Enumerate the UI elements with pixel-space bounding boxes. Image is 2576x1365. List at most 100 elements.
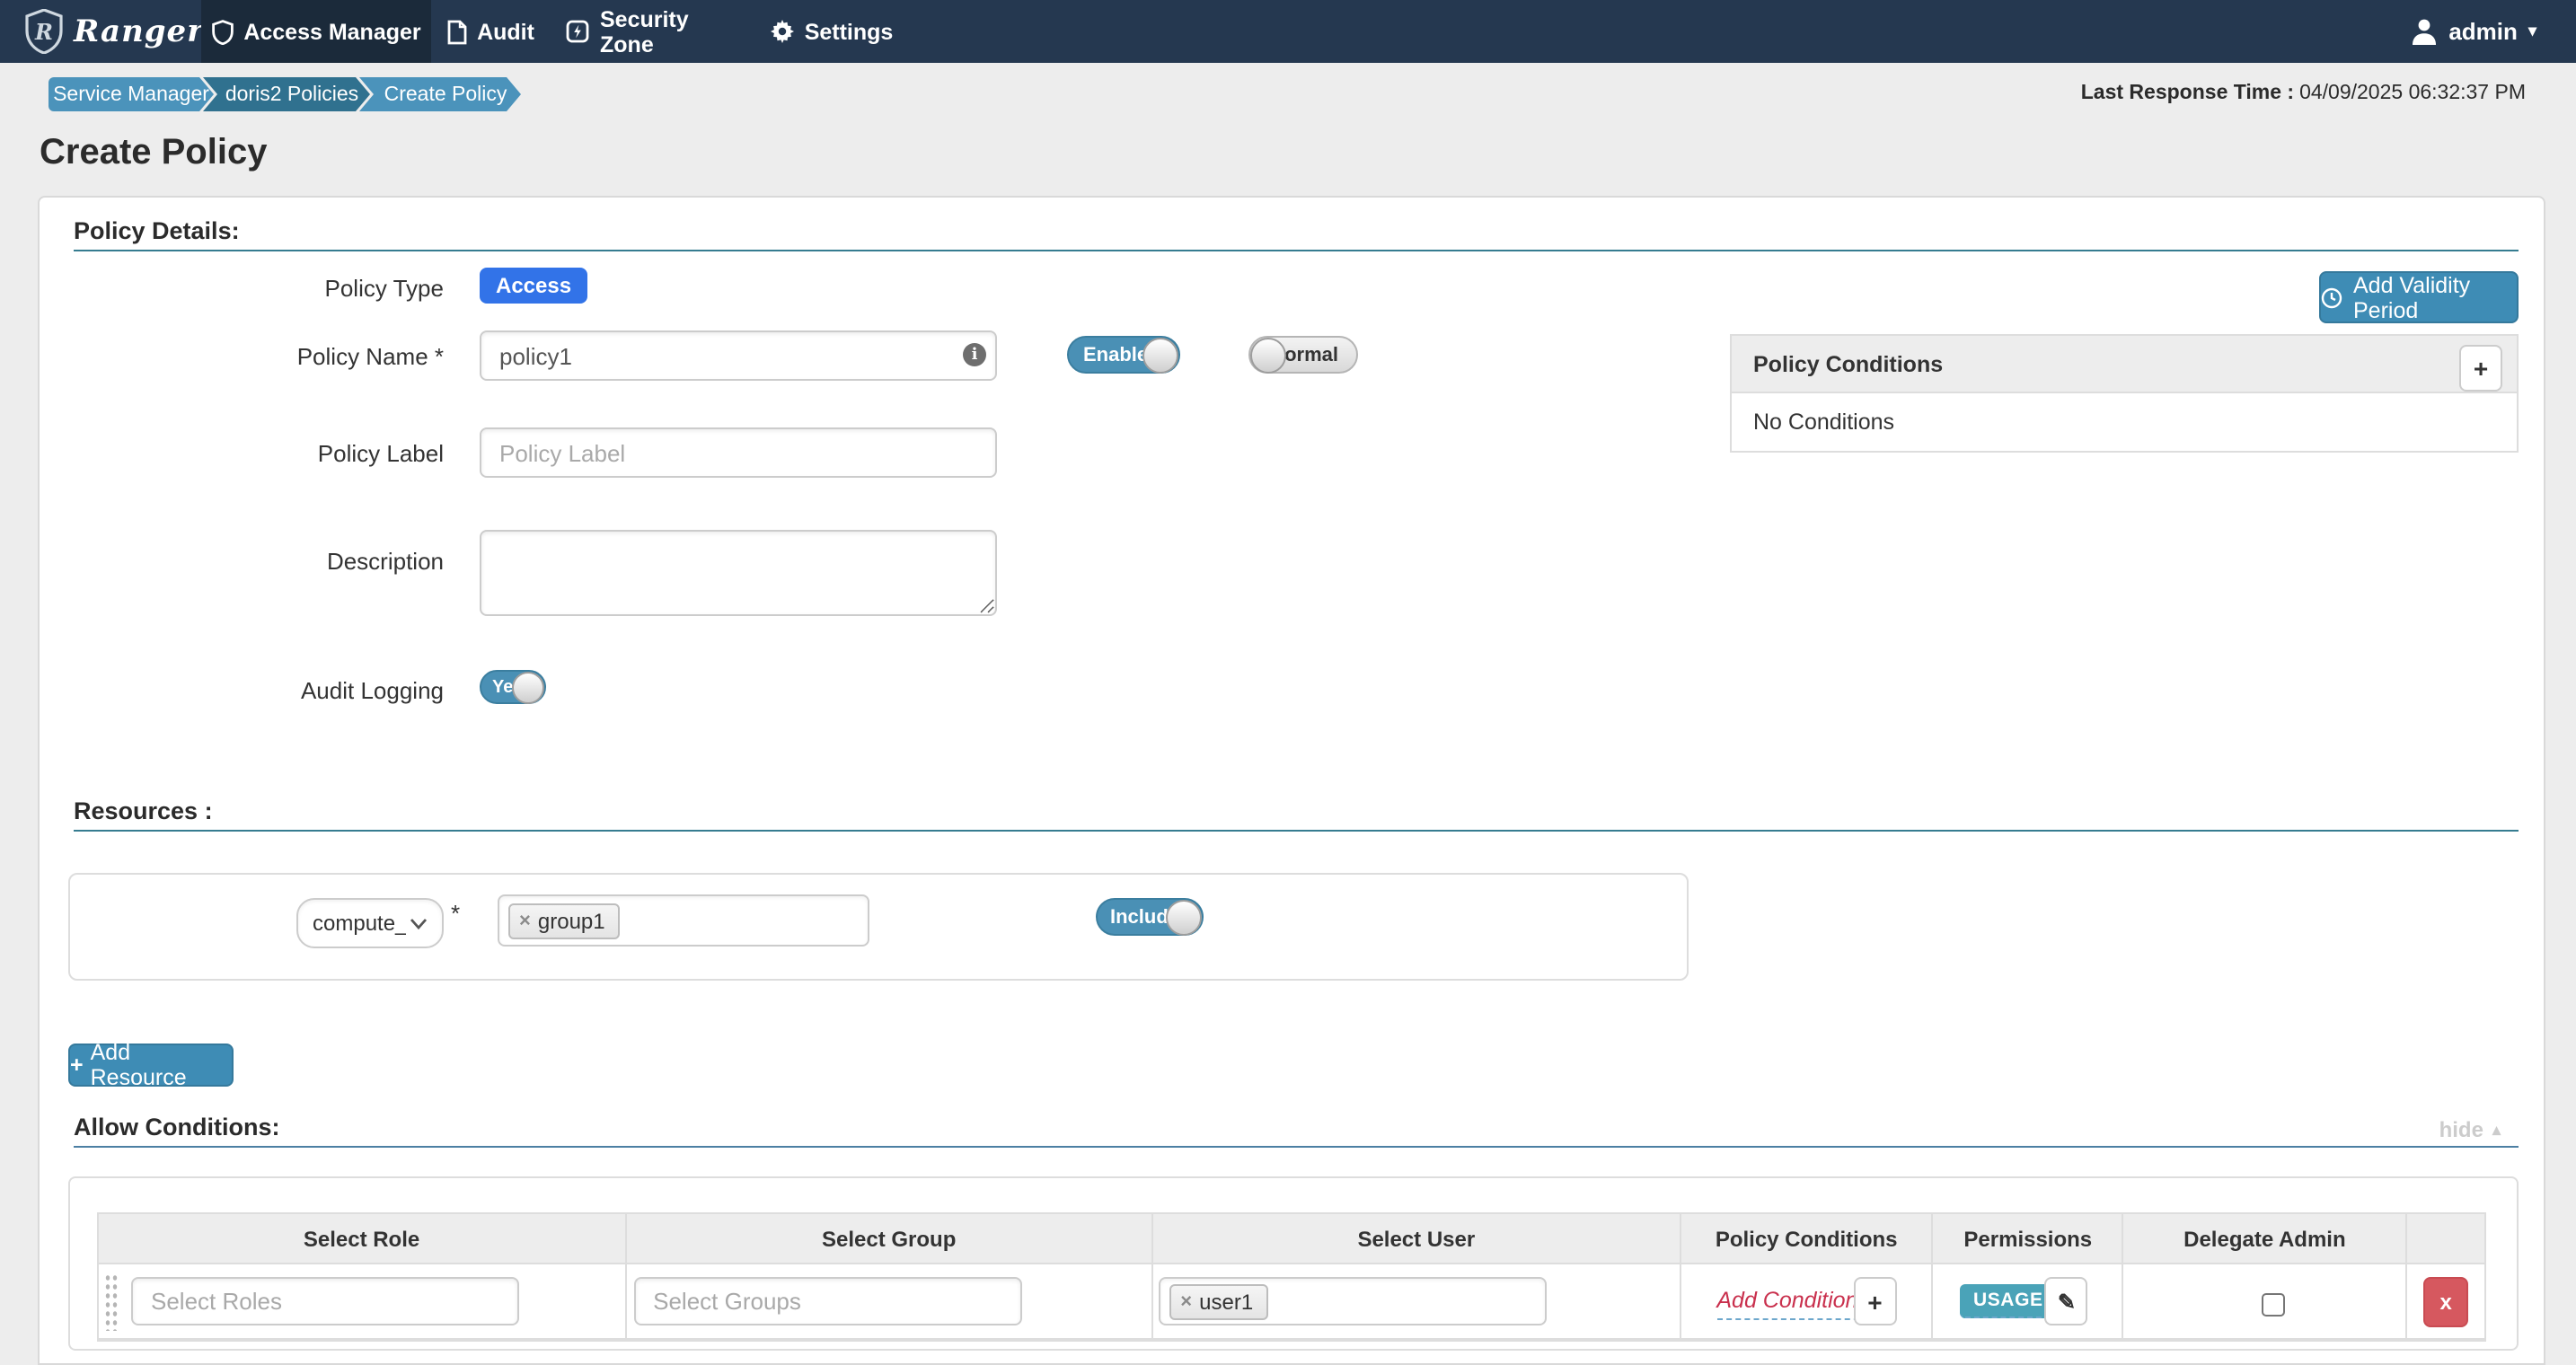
last-response-time: Last Response Time :04/09/2025 06:32:37 … — [2081, 83, 2526, 104]
policy-conditions-empty: No Conditions — [1732, 393, 2517, 451]
top-navbar: R Ranger Access Manager Audit Security Z… — [0, 0, 2576, 63]
bolt-icon — [566, 20, 589, 43]
nav-access-manager[interactable]: Access Manager — [201, 0, 431, 63]
drag-handle[interactable] — [104, 1273, 119, 1331]
policy-name-input[interactable] — [480, 330, 997, 381]
allow-conditions-heading: Allow Conditions: — [74, 1114, 279, 1140]
resource-value-input[interactable]: × group1 — [498, 894, 869, 947]
resource-chip: × group1 — [508, 903, 620, 938]
user-chip: × user1 — [1169, 1283, 1267, 1319]
user-chip-label: user1 — [1199, 1289, 1253, 1314]
breadcrumb-create-policy[interactable]: Create Policy — [359, 77, 521, 111]
select-user-input[interactable]: × user1 — [1159, 1277, 1547, 1325]
caret-down-icon: ▾ — [2528, 22, 2536, 41]
resource-chip-label: group1 — [538, 908, 605, 933]
nav-label: Settings — [805, 19, 894, 44]
col-permissions: Permissions — [1934, 1214, 2124, 1263]
pencil-icon: ✎ — [2058, 1289, 2076, 1314]
cell-select-user: × user1 — [1153, 1264, 1681, 1338]
breadcrumb-label: Create Policy — [374, 84, 507, 105]
document-icon — [446, 19, 466, 44]
hide-label: hide — [2439, 1117, 2483, 1142]
caret-up-icon: ▴ — [2492, 1120, 2501, 1140]
col-select-group: Select Group — [626, 1214, 1153, 1263]
policy-label-label: Policy Label — [72, 440, 444, 467]
add-validity-period-label: Add Validity Period — [2353, 272, 2517, 322]
resource-type-select[interactable]: compute_g — [296, 898, 444, 948]
add-resource-label: Add Resource — [91, 1040, 232, 1090]
nav-label: Security Zone — [600, 6, 745, 57]
delegate-admin-checkbox[interactable] — [2263, 1293, 2286, 1317]
plus-icon: + — [2474, 354, 2488, 383]
policy-type-badge[interactable]: Access — [480, 268, 587, 304]
remove-chip-icon[interactable]: × — [1180, 1290, 1192, 1312]
brand-name: Ranger — [74, 13, 204, 49]
policy-label-input[interactable] — [480, 427, 997, 478]
edit-permissions-button[interactable]: ✎ — [2045, 1277, 2088, 1325]
add-resource-button[interactable]: + Add Resource — [68, 1044, 234, 1087]
gear-icon — [771, 20, 794, 43]
required-asterisk: * — [451, 900, 460, 927]
description-textarea[interactable] — [480, 530, 997, 616]
info-icon[interactable]: i — [963, 343, 986, 366]
policy-conditions-header: Policy Conditions + — [1732, 336, 2517, 393]
delete-row-button[interactable]: x — [2423, 1277, 2468, 1327]
audit-logging-toggle[interactable]: Yes — [480, 670, 546, 704]
breadcrumb-doris2-policies[interactable]: doris2 Policies — [203, 77, 370, 111]
cell-policy-conditions: Add Conditions + — [1681, 1264, 1934, 1338]
delete-icon: x — [2439, 1290, 2451, 1315]
table-row: × user1 Add Conditions + USAGE ✎ — [99, 1264, 2484, 1340]
user-icon — [2411, 17, 2438, 46]
select-groups-input[interactable] — [633, 1277, 1021, 1325]
clock-icon — [2321, 286, 2342, 308]
col-select-role: Select Role — [99, 1214, 626, 1263]
ranger-brand[interactable]: R Ranger — [25, 0, 204, 63]
include-toggle[interactable]: Include — [1096, 898, 1204, 936]
hide-section-link[interactable]: hide ▴ — [2439, 1117, 2501, 1142]
breadcrumb-service-manager[interactable]: Service Manager — [49, 77, 214, 111]
enabled-toggle[interactable]: Enabled — [1067, 336, 1180, 374]
user-name: admin — [2448, 18, 2518, 45]
breadcrumb-label: Service Manager — [53, 84, 209, 105]
plus-icon: + — [1867, 1287, 1882, 1316]
last-response-time-value: 04/09/2025 06:32:37 PM — [2299, 83, 2526, 104]
nav-label: Access Manager — [243, 19, 420, 44]
add-conditions-link[interactable]: Add Conditions — [1716, 1288, 1869, 1320]
col-select-user: Select User — [1153, 1214, 1681, 1263]
last-response-time-label: Last Response Time : — [2081, 83, 2294, 104]
nav-audit[interactable]: Audit — [435, 0, 546, 63]
policy-name-label: Policy Name * — [72, 343, 444, 370]
remove-chip-icon[interactable]: × — [519, 910, 531, 931]
normal-override-toggle[interactable]: Normal — [1248, 336, 1358, 374]
col-actions — [2407, 1214, 2484, 1263]
allow-conditions-table: Select Role Select Group Select User Pol… — [97, 1212, 2486, 1342]
svg-text:R: R — [34, 19, 53, 45]
policy-details-divider — [74, 250, 2519, 251]
cell-permissions: USAGE ✎ — [1934, 1264, 2124, 1338]
audit-logging-label: Audit Logging — [72, 677, 444, 704]
select-roles-input[interactable] — [131, 1277, 519, 1325]
toggle-knob — [1166, 900, 1202, 936]
table-header-row: Select Role Select Group Select User Pol… — [99, 1214, 2484, 1264]
description-label: Description — [72, 548, 444, 575]
cell-select-group — [626, 1264, 1153, 1338]
nav-label: Audit — [477, 19, 534, 44]
toggle-knob — [512, 672, 544, 704]
nav-settings[interactable]: Settings — [767, 0, 896, 63]
create-policy-page: R Ranger Access Manager Audit Security Z… — [0, 0, 2576, 1365]
cell-delegate-admin — [2124, 1264, 2408, 1338]
policy-type-label: Policy Type — [72, 275, 444, 302]
policy-conditions-title: Policy Conditions — [1753, 351, 1943, 376]
add-validity-period-button[interactable]: Add Validity Period — [2319, 271, 2519, 323]
user-menu[interactable]: admin ▾ — [2411, 0, 2536, 63]
nav-security-zone[interactable]: Security Zone — [566, 0, 745, 63]
add-condition-button[interactable]: + — [2459, 345, 2502, 392]
plus-icon: + — [70, 1052, 84, 1078]
add-conditions-plus-button[interactable]: + — [1853, 1277, 1896, 1325]
resources-heading: Resources : — [74, 797, 213, 824]
permission-badge: USAGE — [1961, 1284, 2056, 1318]
cell-select-role — [99, 1264, 626, 1338]
toggle-knob — [1250, 338, 1286, 374]
page-title: Create Policy — [40, 133, 267, 174]
policy-conditions-panel: Policy Conditions + No Conditions — [1730, 334, 2519, 453]
